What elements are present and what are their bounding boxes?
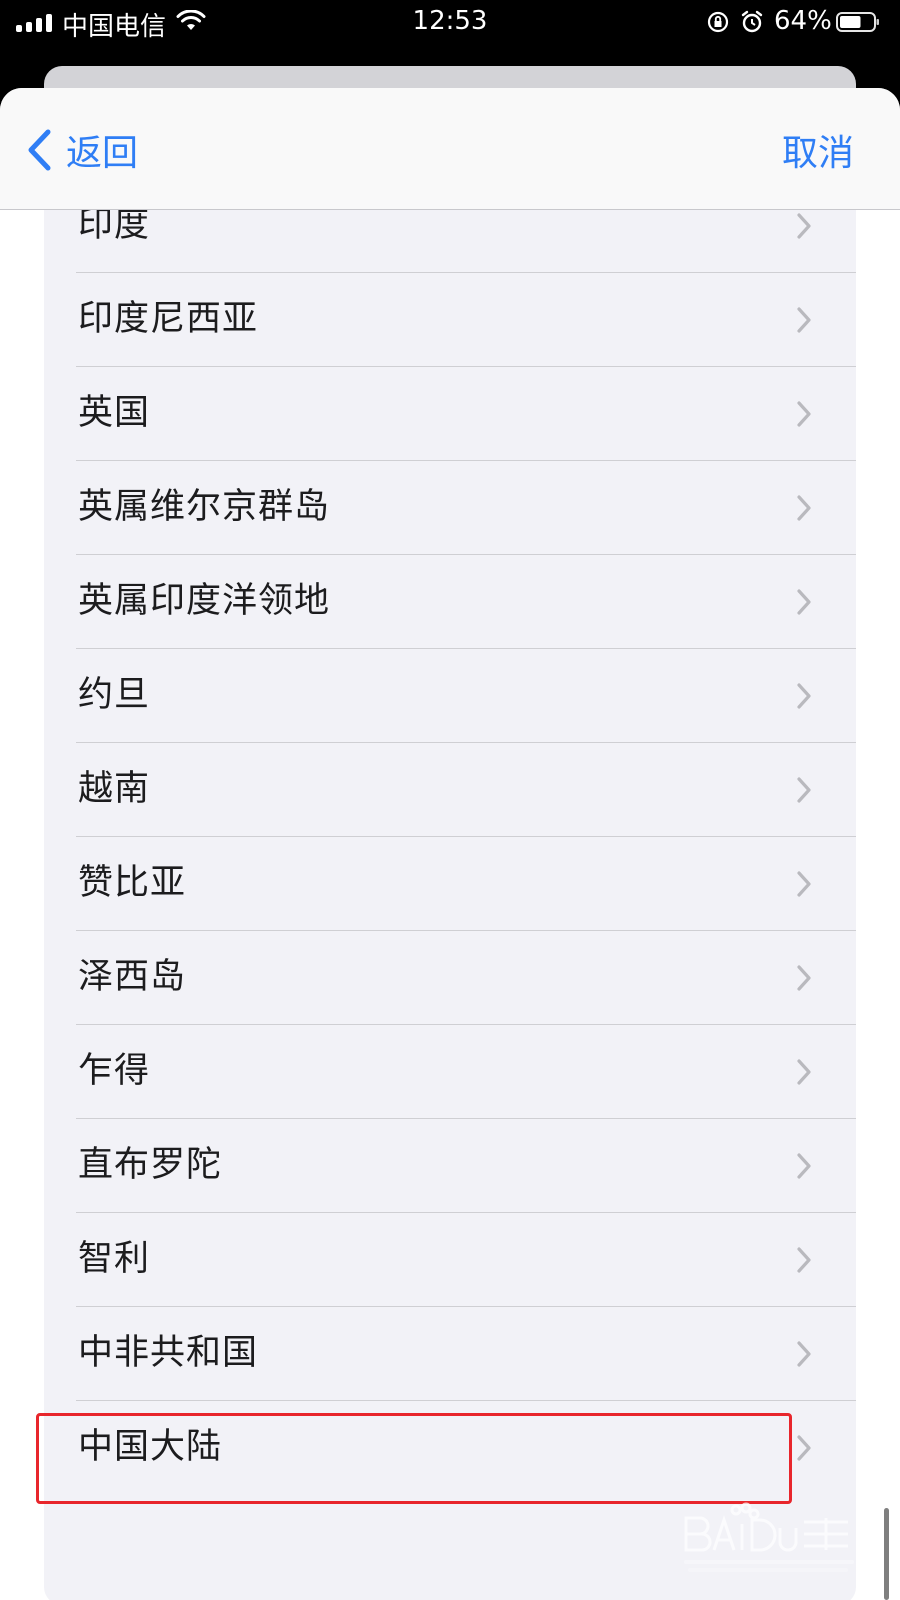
cancel-button[interactable]: 取消 [782, 124, 854, 176]
region-label: 乍得 [78, 1051, 151, 1091]
region-row[interactable]: 越南 [44, 742, 856, 837]
region-row[interactable]: 中非共和国 [44, 1306, 856, 1401]
baidu-jingyan-watermark [684, 1502, 854, 1572]
battery-percentage: 64% [774, 6, 832, 36]
region-row[interactable]: 智利 [44, 1212, 856, 1307]
chevron-right-icon [797, 495, 811, 521]
chevron-right-icon [797, 965, 811, 991]
region-label: 直布罗陀 [78, 1145, 223, 1185]
region-row[interactable]: 英属维尔京群岛 [44, 460, 856, 555]
back-label: 返回 [66, 133, 139, 174]
chevron-right-icon [797, 589, 811, 615]
region-list: 印度 印度尼西亚 英国 英属维尔京群岛 英属印度洋领地 约旦 越南 赞比亚 泽西岛 乍得 直布罗陀智… [44, 205, 856, 1600]
region-row[interactable]: 印度尼西亚 [44, 272, 856, 367]
chevron-right-icon [797, 401, 811, 427]
back-button[interactable]: 返回 [26, 124, 138, 176]
region-row[interactable]: 约旦 [44, 648, 856, 743]
chevron-right-icon [797, 307, 811, 333]
chevron-right-icon [797, 777, 811, 803]
chevron-right-icon [797, 1247, 811, 1273]
region-label: 智利 [78, 1239, 151, 1279]
region-label: 印度尼西亚 [78, 299, 259, 339]
navigation-bar: 返回 取消 [0, 88, 900, 210]
region-label: 英属印度洋领地 [78, 581, 331, 621]
chevron-right-icon [797, 871, 811, 897]
chevron-right-icon [797, 1153, 811, 1179]
region-row[interactable]: 乍得 [44, 1024, 856, 1119]
region-label: 英国 [78, 393, 151, 433]
region-row[interactable]: 赞比亚 [44, 836, 856, 931]
region-row[interactable]: 直布罗陀 [44, 1118, 856, 1213]
clock: 12:53 [412, 6, 488, 36]
region-label: 中非共和国 [78, 1333, 259, 1373]
status-bar: 中国电信 12:53 64% [0, 0, 900, 46]
chevron-left-icon [28, 129, 51, 171]
region-label: 越南 [78, 769, 151, 809]
chevron-right-icon [797, 1341, 811, 1367]
chevron-right-icon [797, 213, 811, 239]
rotation-lock-icon [707, 11, 729, 33]
region-label: 赞比亚 [78, 863, 187, 903]
alarm-icon [741, 10, 763, 33]
highlight-box [36, 1413, 792, 1504]
region-picker-sheet: 返回 取消 印度 印度尼西亚 英国 英属维尔京群岛 英属印度洋领地 约旦 越南 赞比亚 泽西岛乍… [0, 88, 900, 1600]
battery-icon [836, 12, 879, 32]
scroll-indicator [884, 1508, 889, 1600]
region-row[interactable]: 泽西岛 [44, 930, 856, 1025]
chevron-right-icon [797, 1059, 811, 1085]
chevron-right-icon [797, 683, 811, 709]
region-label: 泽西岛 [78, 957, 187, 997]
region-label: 约旦 [78, 675, 151, 715]
region-label: 英属维尔京群岛 [78, 487, 331, 527]
chevron-right-icon [797, 1435, 811, 1461]
region-row[interactable]: 英属印度洋领地 [44, 554, 856, 649]
region-row[interactable]: 英国 [44, 366, 856, 461]
